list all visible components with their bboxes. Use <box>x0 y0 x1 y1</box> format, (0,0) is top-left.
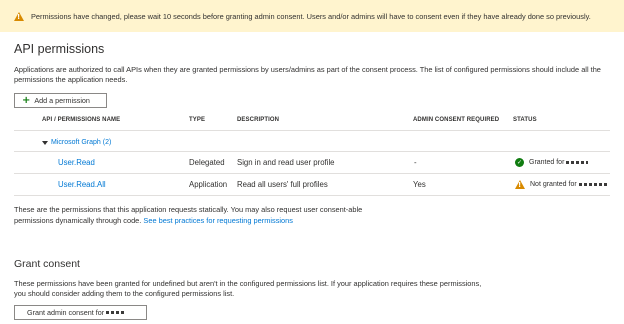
status-text: Granted for <box>529 159 565 166</box>
permission-status: Not granted for <box>515 180 607 189</box>
column-header-name[interactable]: API / PERMISSIONS NAME <box>42 117 120 123</box>
redacted-tenant-name <box>106 311 125 314</box>
permission-type: Application <box>189 180 228 189</box>
permissions-description: Applications are authorized to call APIs… <box>14 65 601 84</box>
admin-consent-required: Yes <box>413 180 426 189</box>
permission-description: Sign in and read user profile <box>237 158 335 167</box>
plus-icon: + <box>22 94 31 106</box>
table-divider <box>14 130 610 131</box>
permission-description: Read all users' full profiles <box>237 180 328 189</box>
permission-link-user-read[interactable]: User.Read <box>58 158 95 167</box>
grant-admin-consent-button[interactable]: Grant admin consent for <box>14 305 147 320</box>
grant-button-label: Grant admin consent for <box>27 308 105 317</box>
best-practices-link[interactable]: See best practices for requesting permis… <box>143 216 293 225</box>
status-text: Not granted for <box>530 181 577 188</box>
add-permission-button[interactable]: + Add a permission <box>14 93 107 108</box>
warning-icon <box>14 11 24 21</box>
column-header-status[interactable]: STATUS <box>513 117 537 123</box>
table-divider <box>14 151 610 152</box>
column-header-type[interactable]: TYPE <box>189 117 205 123</box>
banner-message: Permissions have changed, please wait 10… <box>31 11 591 21</box>
api-group-microsoft-graph[interactable]: Microsoft Graph (2) <box>42 139 111 146</box>
table-divider <box>14 195 610 196</box>
redacted-tenant-name <box>578 183 607 186</box>
check-circle-icon: ✓ <box>515 158 524 167</box>
static-permissions-note: These are the permissions that this appl… <box>14 204 379 226</box>
table-divider <box>14 173 610 174</box>
permission-type: Delegated <box>189 158 225 167</box>
warning-banner: Permissions have changed, please wait 10… <box>0 0 624 32</box>
permission-status: ✓ Granted for <box>515 158 589 167</box>
add-permission-label: Add a permission <box>34 96 90 105</box>
permission-link-user-read-all[interactable]: User.Read.All <box>58 180 106 189</box>
caret-down-icon <box>42 140 48 145</box>
admin-consent-required: - <box>414 158 417 167</box>
grant-consent-description: These permissions have been granted for … <box>14 279 482 298</box>
column-header-description[interactable]: DESCRIPTION <box>237 117 279 123</box>
column-header-admin-consent[interactable]: ADMIN CONSENT REQUIRED <box>413 117 499 123</box>
api-group-label: Microsoft Graph (2) <box>51 139 112 146</box>
section-title-grant-consent: Grant consent <box>14 258 80 270</box>
warning-icon <box>515 180 525 189</box>
redacted-tenant-name <box>566 161 589 164</box>
page-title: API permissions <box>14 42 105 56</box>
